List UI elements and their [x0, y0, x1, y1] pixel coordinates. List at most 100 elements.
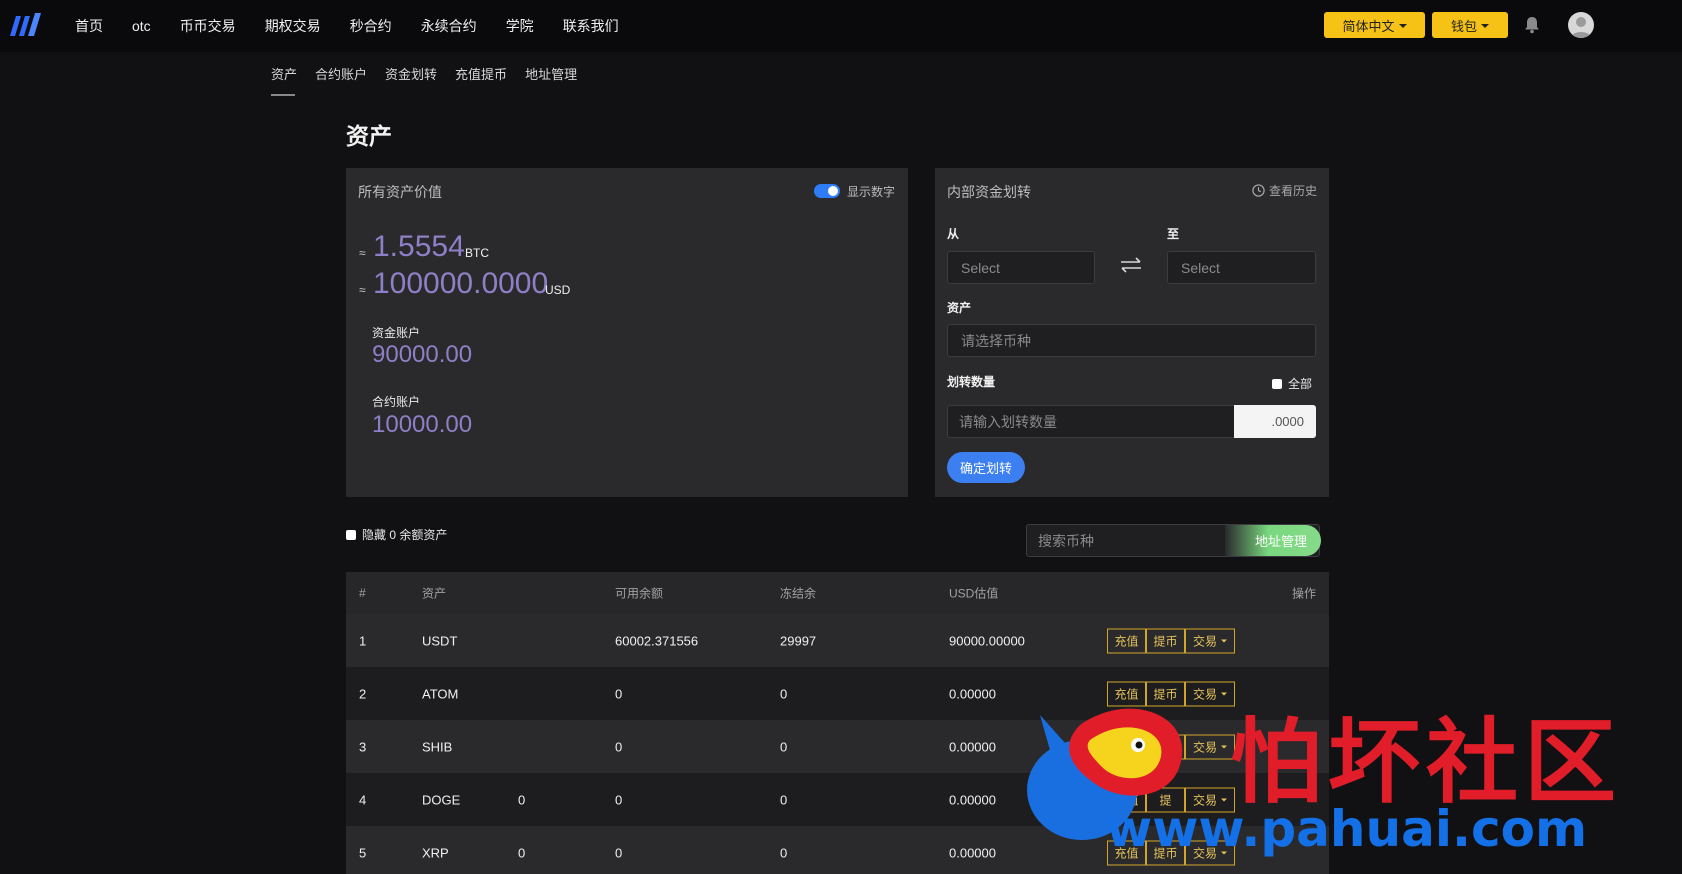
tab-assets[interactable]: 资产 [271, 64, 297, 96]
row-asset: ATOM [422, 686, 459, 701]
contract-account-value: 10000.00 [372, 411, 473, 438]
row-asset: USDT [422, 633, 458, 648]
view-history-label: 查看历史 [1268, 184, 1317, 198]
btc-unit: BTC [465, 246, 489, 260]
contract-account-label: 合约账户 [372, 395, 421, 409]
confirm-transfer-button[interactable]: 确定划转 [947, 452, 1025, 483]
swap-arrows-icon[interactable] [1118, 256, 1144, 274]
row-usd: 0.00000 [949, 845, 996, 860]
tab-contract-account[interactable]: 合约账户 [315, 64, 367, 83]
nav-academy[interactable]: 学院 [506, 16, 534, 36]
top-right-controls: 简体中文 钱包 [1262, 0, 1682, 52]
row-usd: 0.00000 [949, 792, 996, 807]
clock-icon [1252, 184, 1265, 197]
view-history-link[interactable]: 查看历史 [1252, 182, 1317, 199]
row-asset: SHIB [422, 739, 453, 754]
total-assets-title: 所有资产价值 [358, 184, 442, 200]
user-icon [1571, 17, 1591, 38]
amount-label: 划转数量 [947, 375, 996, 389]
to-select[interactable]: Select [1167, 251, 1316, 284]
fund-account-value: 90000.00 [372, 341, 473, 368]
withdraw-button[interactable]: 提币 [1146, 628, 1185, 653]
checkbox-icon [1272, 378, 1282, 389]
watermark-url: www.pahuai.com [1106, 800, 1588, 858]
tab-fund-transfer[interactable]: 资金划转 [385, 64, 437, 83]
table-row: 1 USDT 60002.371556 29997 90000.00000 充值… [346, 614, 1329, 667]
approx-symbol: ≈ [359, 246, 366, 260]
hide-zero-label: 隐藏 0 余额资产 [362, 528, 448, 542]
col-asset: 资产 [422, 586, 447, 601]
row-usd: 0.00000 [949, 739, 996, 754]
nav-spot-trading[interactable]: 币币交易 [180, 16, 236, 36]
nav-options[interactable]: 期权交易 [265, 16, 321, 36]
row-frozen: 0 [780, 845, 788, 860]
row-col3: 0 [518, 792, 526, 807]
wallet-label: 钱包 [1450, 18, 1477, 34]
all-checkbox[interactable]: 全部 [1272, 375, 1312, 392]
row-frozen: 0 [780, 792, 788, 807]
row-index: 2 [359, 686, 367, 701]
trade-dropdown[interactable]: 交易 [1185, 628, 1235, 653]
row-available: 0 [615, 845, 623, 860]
show-numbers-toggle[interactable] [814, 184, 840, 198]
language-dropdown[interactable]: 简体中文 [1324, 12, 1425, 38]
nav-perpetual[interactable]: 永续合约 [421, 16, 477, 36]
tab-deposit-withdraw[interactable]: 充值提币 [455, 64, 507, 83]
row-available: 60002.371556 [615, 633, 699, 648]
nav-otc[interactable]: otc [132, 18, 151, 34]
row-index: 1 [359, 633, 367, 648]
from-select[interactable]: Select [947, 251, 1095, 284]
col-index: # [359, 586, 366, 600]
hide-zero-checkbox[interactable]: 隐藏 0 余额资产 [346, 526, 447, 543]
bell-icon[interactable] [1524, 16, 1540, 34]
chevron-down-icon [1398, 24, 1407, 28]
deposit-button[interactable]: 充值 [1107, 628, 1146, 653]
approx-symbol: ≈ [359, 283, 366, 297]
nav-second-contract[interactable]: 秒合约 [350, 16, 392, 36]
col-frozen: 冻结余 [780, 586, 817, 601]
row-index: 4 [359, 792, 367, 807]
row-usd: 0.00000 [949, 686, 996, 701]
asset-select[interactable]: 请选择币种 [947, 324, 1316, 357]
usd-total-value: 100000.0000 [373, 267, 549, 300]
tab-address-management[interactable]: 地址管理 [525, 64, 577, 83]
row-frozen: 0 [780, 739, 788, 754]
row-available: 0 [615, 686, 623, 701]
language-label: 简体中文 [1342, 18, 1395, 34]
fund-account-label: 资金账户 [372, 326, 421, 340]
btc-total-value: 1.5554 [373, 230, 465, 263]
col-usd: USD估值 [949, 586, 999, 601]
total-assets-card: 所有资产价值 显示数字 ≈ 1.5554 BTC ≈ 100000.0000 U… [346, 168, 908, 497]
user-avatar[interactable] [1568, 12, 1594, 38]
nav-contact[interactable]: 联系我们 [563, 16, 619, 36]
wallet-dropdown[interactable]: 钱包 [1432, 12, 1508, 38]
asset-label: 资产 [947, 301, 972, 315]
from-label: 从 [947, 227, 960, 241]
top-navbar: 首页 otc 币币交易 期权交易 秒合约 永续合约 学院 联系我们 简体中文 钱… [0, 0, 1682, 52]
logo-icon[interactable] [8, 10, 44, 40]
internal-transfer-card: 内部资金划转 查看历史 从 至 Select Select 资产 请选择币种 划… [935, 168, 1329, 497]
chevron-down-icon [1221, 745, 1227, 748]
table-header: # 资产 可用余额 冻结余 USD估值 操作 [346, 572, 1329, 614]
row-asset: DOGE [422, 792, 461, 807]
address-management-button[interactable]: 地址管理 [1225, 525, 1321, 556]
col-available: 可用余额 [615, 586, 664, 601]
nav-home[interactable]: 首页 [75, 16, 103, 36]
transfer-title: 内部资金划转 [947, 184, 1031, 200]
row-index: 3 [359, 739, 367, 754]
row-frozen: 0 [780, 686, 788, 701]
to-label: 至 [1167, 227, 1180, 241]
row-index: 5 [359, 845, 367, 860]
checkbox-icon [346, 529, 356, 540]
row-col3: 0 [518, 845, 526, 860]
asset-subtabs: 资产 合约账户 资金划转 充值提币 地址管理 [271, 64, 595, 96]
trade-label: 交易 [1192, 634, 1217, 648]
page-title: 资产 [346, 123, 392, 149]
chevron-down-icon [1221, 639, 1227, 642]
usd-unit: USD [545, 283, 571, 297]
row-frozen: 29997 [780, 633, 817, 648]
all-label: 全部 [1288, 377, 1313, 391]
row-available: 0 [615, 739, 623, 754]
col-actions: 操作 [1291, 586, 1316, 601]
amount-suffix: .0000 [1234, 405, 1316, 438]
